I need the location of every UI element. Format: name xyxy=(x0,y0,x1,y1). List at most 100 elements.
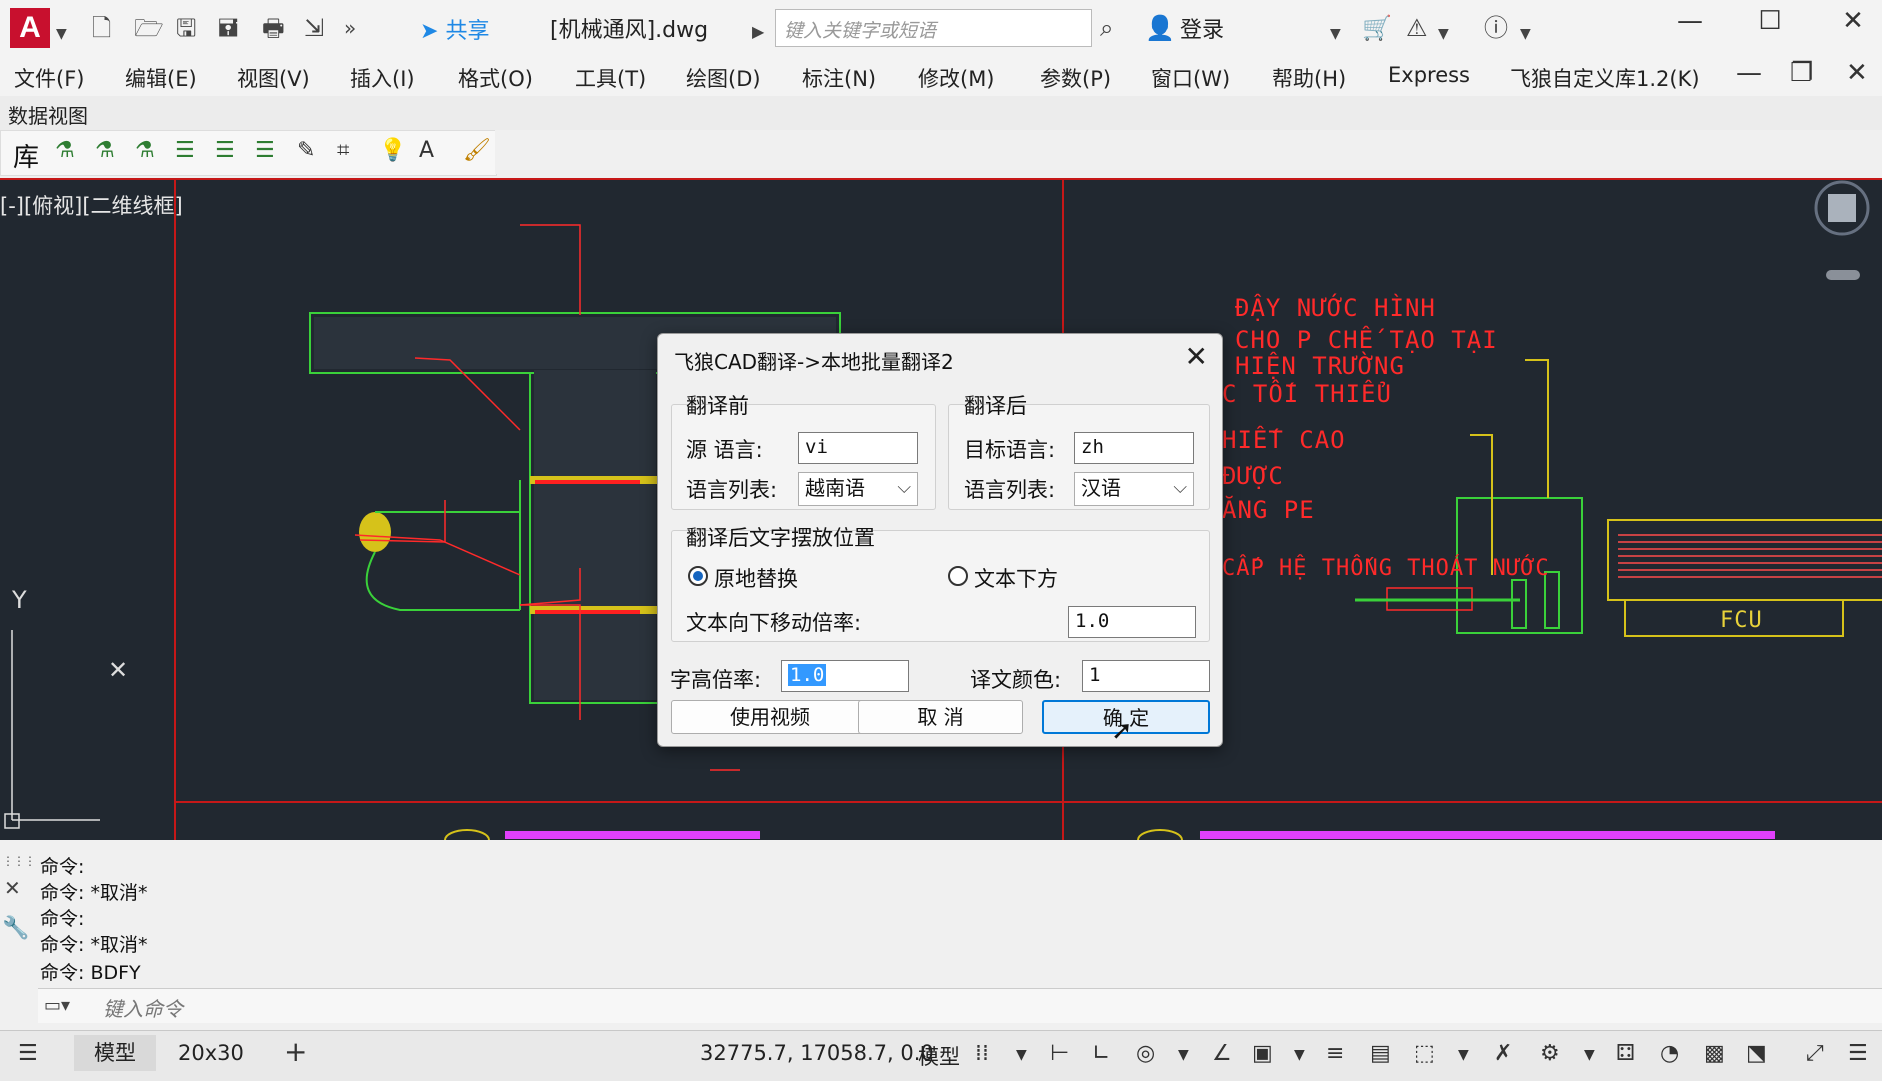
menu-window[interactable]: 窗口(W) xyxy=(1151,63,1230,93)
isolate-icon[interactable]: ◔ xyxy=(1660,1041,1679,1066)
osnap-icon[interactable]: ▣ xyxy=(1252,1041,1273,1066)
hardware-accel-icon[interactable]: ▩ xyxy=(1704,1041,1725,1066)
transparency-icon[interactable]: ▤ xyxy=(1370,1041,1391,1066)
dataview-label[interactable]: 数据视图 xyxy=(8,100,88,129)
translate-icon-3[interactable]: ☰ xyxy=(255,138,275,163)
menu-format[interactable]: 格式(O) xyxy=(458,63,533,93)
menu-file[interactable]: 文件(F) xyxy=(14,63,84,93)
doc-minimize-icon[interactable]: — xyxy=(1736,58,1762,88)
fullscreen-icon[interactable]: ⤢ xyxy=(1806,1041,1824,1066)
saveas-icon[interactable]: 🖬 xyxy=(218,14,238,42)
library-button[interactable]: 库 xyxy=(13,137,39,174)
snap-icon[interactable]: ⊢ xyxy=(1050,1041,1069,1066)
search-box[interactable]: 键入关键字或短语 xyxy=(775,9,1092,47)
grid-icon[interactable]: ⁞⁞ xyxy=(975,1041,989,1066)
source-lang-select[interactable]: 越南语 ⌵ xyxy=(798,472,918,506)
radio-below-label[interactable]: 文本下方 xyxy=(974,563,1058,593)
command-prompt-icon[interactable]: ▭▾ xyxy=(44,995,70,1016)
help-icon[interactable]: ⓘ xyxy=(1484,14,1508,42)
chevron-down-icon[interactable]: ▼ xyxy=(1438,20,1449,48)
new-icon[interactable]: 🗋 xyxy=(92,14,111,42)
customize-icon[interactable]: ☰ xyxy=(1848,1041,1868,1066)
menu-tools[interactable]: 工具(T) xyxy=(575,63,646,93)
share-button[interactable]: ➤ 共享 xyxy=(420,13,489,45)
isodraft-icon[interactable]: ∠ xyxy=(1212,1041,1232,1066)
chevron-down-icon[interactable]: ▼ xyxy=(1294,1047,1305,1063)
polar-icon[interactable]: ◎ xyxy=(1136,1041,1155,1066)
tool-icon-1[interactable]: ⚗ xyxy=(55,138,75,163)
source-lang-input[interactable]: vi xyxy=(798,432,918,464)
cancel-button[interactable]: 取 消 xyxy=(858,700,1023,734)
undo-icon[interactable]: ⇲ xyxy=(304,14,324,42)
menu-feilang-library[interactable]: 飞狼自定义库1.2(K) xyxy=(1510,63,1700,93)
minimize-icon[interactable]: — xyxy=(1665,6,1715,36)
chevron-down-icon[interactable]: ▼ xyxy=(56,20,67,48)
chevron-down-icon[interactable]: ▼ xyxy=(1584,1047,1595,1063)
maximize-icon[interactable]: ☐ xyxy=(1745,6,1795,36)
units-icon[interactable]: ⚃ xyxy=(1616,1041,1635,1066)
ortho-icon[interactable]: ∟ xyxy=(1092,1041,1110,1066)
chevron-down-icon[interactable]: ▼ xyxy=(1330,20,1341,48)
tool-icon-4[interactable]: ✎ xyxy=(297,138,315,163)
translate-icon-2[interactable]: ☰ xyxy=(215,138,235,163)
menu-modify[interactable]: 修改(M) xyxy=(918,63,995,93)
menu-dimension[interactable]: 标注(N) xyxy=(802,63,876,93)
use-video-button[interactable]: 使用视频 xyxy=(671,700,869,734)
tool-icon-3[interactable]: ⚗ xyxy=(135,138,155,163)
code-icon[interactable]: ⌗ xyxy=(337,138,349,163)
radio-below[interactable] xyxy=(948,566,968,586)
save-icon[interactable]: 🖫 xyxy=(176,14,196,42)
wrench-icon[interactable]: 🔧 xyxy=(2,916,29,941)
search-icon[interactable]: ⌕ xyxy=(1100,14,1113,42)
tab-layout[interactable]: 20x30 xyxy=(178,1041,244,1065)
viewport-label[interactable]: [-][俯视][二维线框] xyxy=(0,190,183,220)
height-ratio-input[interactable]: 1.0 xyxy=(781,660,909,692)
menu-express[interactable]: Express xyxy=(1388,63,1470,87)
cart-icon[interactable]: 🛒 xyxy=(1362,14,1392,42)
a360-icon[interactable]: ⚠ xyxy=(1406,14,1428,42)
app-logo[interactable]: A xyxy=(10,8,50,48)
menu-help[interactable]: 帮助(H) xyxy=(1272,63,1346,93)
add-layout-icon[interactable]: + xyxy=(284,1035,307,1068)
menu-icon[interactable]: ☰ xyxy=(18,1041,38,1066)
translate-icon-1[interactable]: ☰ xyxy=(175,138,195,163)
login-button[interactable]: 登录 xyxy=(1180,12,1224,44)
doc-restore-icon[interactable]: ❐ xyxy=(1790,58,1813,88)
open-icon[interactable]: 🗁 xyxy=(134,14,164,42)
menu-parameter[interactable]: 参数(P) xyxy=(1040,63,1111,93)
plot-icon[interactable]: 🖶 xyxy=(262,14,285,42)
doc-close-icon[interactable]: ✕ xyxy=(1846,58,1868,88)
workspace-icon[interactable]: ⚙ xyxy=(1540,1041,1560,1066)
close-icon[interactable]: ✕ xyxy=(1828,6,1878,36)
target-lang-select[interactable]: 汉语 ⌵ xyxy=(1074,472,1194,506)
clean-screen-icon[interactable]: ⬔ xyxy=(1746,1041,1767,1066)
radio-inplace[interactable] xyxy=(688,566,708,586)
more-icon[interactable]: » xyxy=(344,14,356,42)
annotation-icon[interactable]: ✗ xyxy=(1494,1041,1512,1066)
bulb-icon[interactable]: 💡 xyxy=(379,138,406,163)
menu-draw[interactable]: 绘图(D) xyxy=(686,63,761,93)
grip-icon[interactable]: ⋮⋮⋮ xyxy=(2,854,36,868)
target-lang-input[interactable]: zh xyxy=(1074,432,1194,464)
close-icon[interactable]: ✕ xyxy=(1185,340,1208,373)
model-space-button[interactable]: 模型 xyxy=(918,1041,960,1071)
menu-view[interactable]: 视图(V) xyxy=(237,63,310,93)
radio-inplace-label[interactable]: 原地替换 xyxy=(714,563,798,593)
command-input[interactable]: ▭▾ 键入命令 xyxy=(38,988,1882,1023)
selection-cycle-icon[interactable]: ⬚ xyxy=(1414,1041,1435,1066)
offset-input[interactable]: 1.0 xyxy=(1068,606,1196,638)
brush-icon[interactable]: 🖌 xyxy=(463,138,491,163)
chevron-down-icon[interactable]: ▼ xyxy=(1520,20,1531,48)
text-style-icon[interactable]: A xyxy=(419,138,434,163)
menu-edit[interactable]: 编辑(E) xyxy=(125,63,197,93)
menu-insert[interactable]: 插入(I) xyxy=(350,63,415,93)
lineweight-icon[interactable]: ≡ xyxy=(1326,1041,1344,1066)
tool-icon-2[interactable]: ⚗ xyxy=(95,138,115,163)
chevron-down-icon[interactable]: ▼ xyxy=(1178,1047,1189,1063)
user-icon[interactable]: 👤 xyxy=(1145,14,1175,42)
chevron-down-icon[interactable]: ▼ xyxy=(1458,1047,1469,1063)
text-color-input[interactable]: 1 xyxy=(1082,660,1210,692)
chevron-down-icon[interactable]: ▼ xyxy=(1016,1047,1027,1063)
tab-model[interactable]: 模型 xyxy=(74,1035,156,1071)
close-icon[interactable]: ✕ xyxy=(4,876,21,900)
